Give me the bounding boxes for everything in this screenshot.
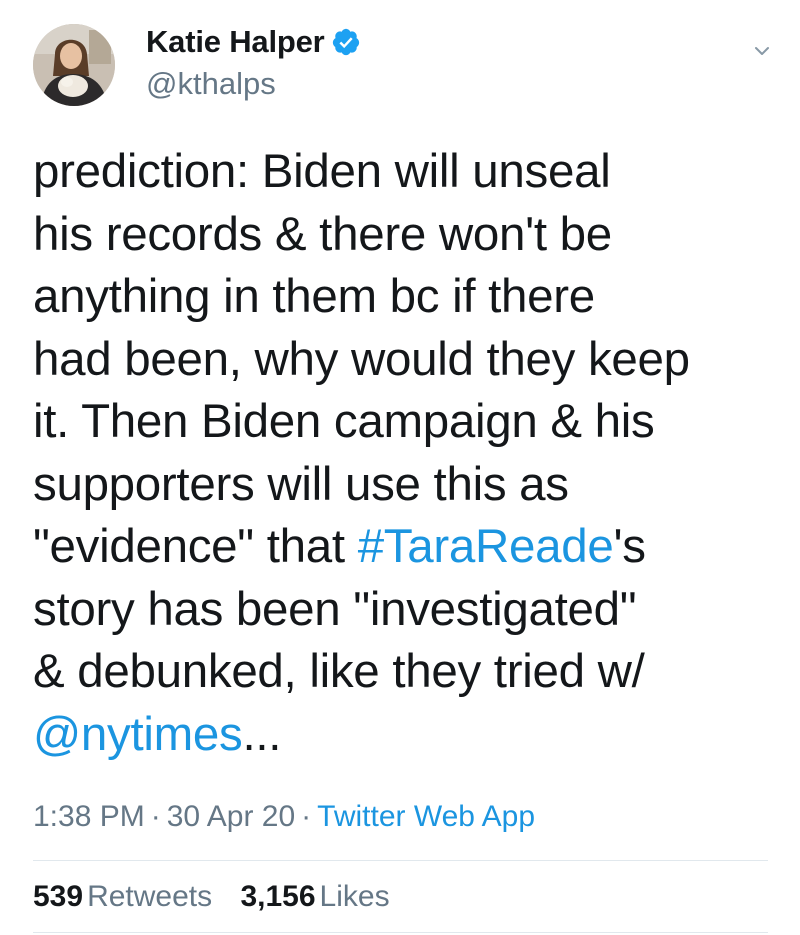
tweet-date[interactable]: 30 Apr 20 [167, 800, 295, 833]
divider [33, 932, 768, 933]
avatar[interactable] [33, 24, 115, 106]
tweet-text-segment: story has been "investigated" [33, 582, 637, 636]
tweet-text-line: & debunked, like they tried w/ [33, 641, 773, 704]
divider [33, 860, 768, 861]
tweet-text-line: story has been "investigated" [33, 579, 773, 642]
chevron-down-icon[interactable] [751, 40, 773, 62]
likes-count: 3,156 [240, 880, 316, 913]
tweet-text-segment: it. Then Biden campaign & his [33, 395, 655, 448]
tweet-text-line: it. Then Biden campaign & his [33, 391, 773, 454]
tweet-text-line: prediction: Biden will unseal [33, 141, 773, 204]
author-names: Katie Halper @kthalps [146, 20, 361, 102]
likes-label: Likes [319, 880, 390, 913]
tweet-text-line: "evidence" that #TaraReade's [33, 516, 773, 579]
tweet-time[interactable]: 1:38 PM [33, 800, 145, 833]
hashtag-link[interactable]: #TaraReade [358, 520, 614, 573]
retweets-stat[interactable]: 539 Retweets [33, 880, 212, 914]
tweet-stats: 539 Retweets 3,156 Likes [33, 880, 390, 914]
tweet-text-segment: had been, why would they keep [33, 332, 690, 386]
tweet-text: prediction: Biden will unseal his records… [33, 141, 773, 766]
author-handle[interactable]: @kthalps [146, 66, 361, 102]
tweet-text-segment: supporters will use this as [33, 457, 569, 511]
retweets-label: Retweets [87, 880, 213, 913]
tweet-text-line: his records & there won't be [33, 204, 773, 267]
tweet-header: Katie Halper @kthalps [33, 20, 773, 106]
avatar-photo [33, 24, 115, 106]
tweet-text-segment: prediction: Biden will unseal [33, 145, 611, 198]
tweet-text-line: anything in them bc if there [33, 266, 773, 329]
tweet-text-segment: 's [613, 520, 646, 573]
tweet-text-segment: "evidence" that [33, 520, 358, 573]
tweet-source-link[interactable]: Twitter Web App [317, 800, 535, 833]
tweet-text-segment: anything in them bc if there [33, 270, 595, 323]
mention-link[interactable]: @nytimes [33, 708, 243, 761]
tweet-meta: 1:38 PM · 30 Apr 20 · Twitter Web App [33, 800, 535, 834]
retweets-count: 539 [33, 880, 84, 913]
verified-badge-icon [331, 27, 361, 57]
tweet-text-segment: his records & there won't be [33, 207, 612, 261]
tweet-card: Katie Halper @kthalps prediction: Biden … [0, 0, 800, 935]
likes-stat[interactable]: 3,156 Likes [240, 880, 389, 914]
meta-separator: · [150, 800, 161, 833]
display-name-row: Katie Halper [146, 20, 361, 64]
tweet-text-line: @nytimes... [33, 704, 773, 767]
tweet-text-segment: ... [242, 707, 282, 761]
tweet-text-segment: & debunked, like they tried w/ [33, 645, 645, 698]
tweet-text-line: supporters will use this as [33, 454, 773, 517]
tweet-text-line: had been, why would they keep [33, 329, 773, 392]
author-display-name[interactable]: Katie Halper [146, 24, 325, 60]
meta-separator: · [301, 800, 312, 833]
